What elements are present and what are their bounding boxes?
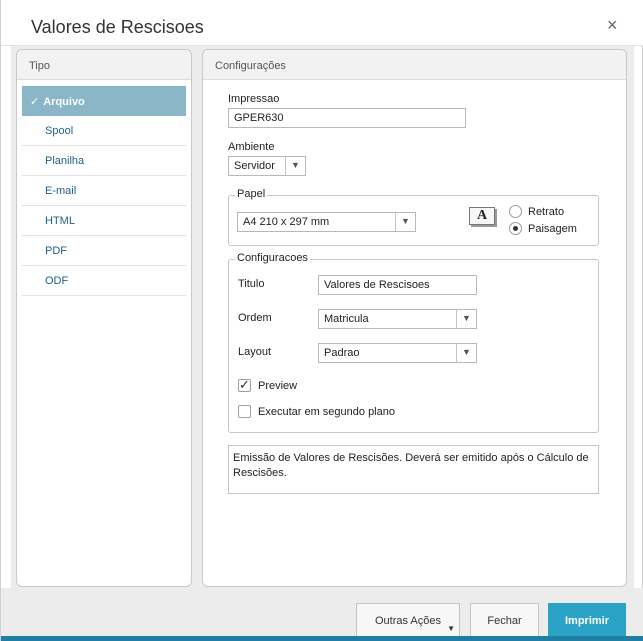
close-icon[interactable]: × [607, 16, 618, 34]
caret-down-icon: ▼ [447, 624, 455, 633]
papel-legend: Papel [235, 188, 268, 200]
retrato-radio[interactable] [509, 205, 522, 218]
checkmark-icon: ✓ [30, 96, 40, 108]
description-box: Emissão de Valores de Rescisões. Deverá … [228, 445, 599, 494]
configuracoes-panel: Configurações Impressao GPER630 Ambiente… [202, 49, 627, 587]
dialog-body: Tipo ✓ Arquivo Spool Planilha E-mail HTML… [11, 46, 634, 588]
layout-value: Padrao [324, 347, 360, 359]
imprimir-button[interactable]: Imprimir [548, 603, 626, 637]
tipo-item-label: Arquivo [43, 96, 85, 108]
ordem-select[interactable]: Matricula ▼ [318, 309, 477, 329]
paisagem-label: Paisagem [528, 223, 577, 235]
ambiente-value: Servidor [234, 160, 275, 172]
titulo-field[interactable]: Valores de Rescisoes [318, 275, 477, 295]
configuracoes-group: Configuracoes Titulo Valores de Rescisoe… [228, 252, 599, 433]
papel-group: Papel A4 210 x 297 mm ▼ A Retrato Paisag… [228, 188, 599, 246]
tipo-item-html[interactable]: HTML [22, 206, 186, 236]
dialog-titlebar: Valores de Rescisoes × [1, 0, 643, 46]
outras-acoes-label: Outras Ações [374, 615, 442, 627]
chevron-down-icon: ▼ [285, 157, 305, 175]
configuracoes-legend: Configuracoes [235, 252, 310, 264]
tipo-panel: Tipo ✓ Arquivo Spool Planilha E-mail HTML… [16, 49, 192, 587]
layout-label: Layout [238, 346, 272, 358]
chevron-down-icon: ▼ [395, 213, 415, 231]
tipo-item-spool[interactable]: Spool [22, 116, 186, 146]
papel-size-select[interactable]: A4 210 x 297 mm ▼ [237, 212, 416, 232]
chevron-down-icon: ▼ [456, 344, 476, 362]
impressao-label: Impressao [228, 93, 280, 105]
fechar-button[interactable]: Fechar [470, 603, 539, 637]
tipo-header: Tipo [17, 50, 191, 80]
retrato-label: Retrato [528, 206, 565, 218]
segundo-plano-checkbox[interactable] [238, 405, 251, 418]
ambiente-label: Ambiente [228, 141, 275, 153]
page-orientation-icon: A [469, 207, 495, 225]
segundo-plano-label: Executar em segundo plano [258, 406, 395, 418]
dialog: Valores de Rescisoes × Tipo ✓ Arquivo Spo… [0, 0, 643, 641]
papel-size-value: A4 210 x 297 mm [243, 216, 330, 228]
ordem-value: Matricula [324, 313, 369, 325]
preview-label: Preview [258, 380, 298, 392]
preview-checkbox[interactable]: ✓ [238, 378, 251, 392]
tipo-item-odf[interactable]: ODF [22, 266, 186, 296]
layout-select[interactable]: Padrao ▼ [318, 343, 477, 363]
dialog-footer: Outras Ações ▼ Fechar Imprimir [1, 588, 643, 641]
impressao-field[interactable]: GPER630 [228, 108, 466, 128]
tipo-item-planilha[interactable]: Planilha [22, 146, 186, 176]
tipo-item-arquivo[interactable]: ✓ Arquivo [22, 86, 186, 116]
dialog-title: Valores de Rescisoes [31, 17, 204, 37]
tipo-menu: ✓ Arquivo Spool Planilha E-mail HTML PDF … [22, 86, 186, 296]
configuracoes-header: Configurações [203, 50, 626, 80]
outras-acoes-button[interactable]: Outras Ações ▼ [356, 603, 460, 637]
ordem-label: Ordem [238, 312, 272, 324]
ambiente-select[interactable]: Servidor ▼ [228, 156, 306, 176]
paisagem-radio[interactable] [509, 222, 522, 235]
bottom-strip [1, 636, 643, 641]
tipo-item-email[interactable]: E-mail [22, 176, 186, 206]
chevron-down-icon: ▼ [456, 310, 476, 328]
tipo-item-pdf[interactable]: PDF [22, 236, 186, 266]
titulo-label: Titulo [238, 278, 265, 290]
